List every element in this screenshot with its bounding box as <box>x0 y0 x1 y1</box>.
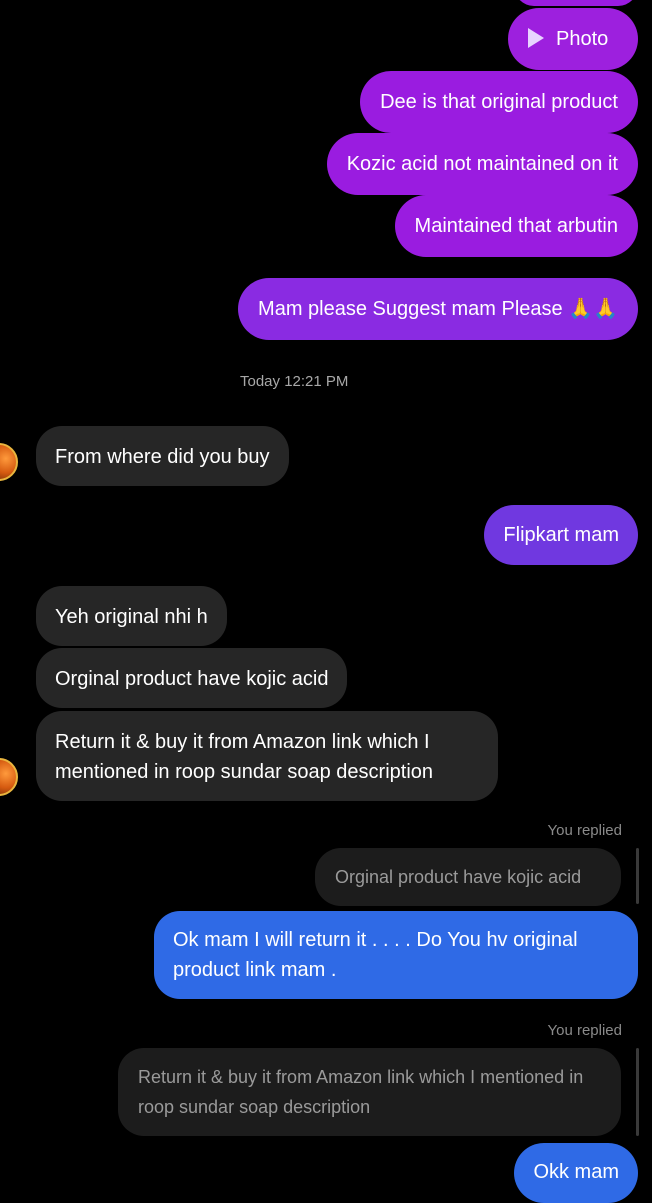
message-text: Mam please Suggest mam Please 🙏🙏 <box>258 298 618 320</box>
message-text: Yeh original nhi h <box>55 606 208 628</box>
received-message-not-original[interactable]: Yeh original nhi h <box>36 586 227 646</box>
received-message-kojic[interactable]: Orginal product have kojic acid <box>36 648 348 708</box>
reply-quote-bar <box>636 848 639 904</box>
quoted-text: Return it & buy it from Amazon link whic… <box>138 1067 584 1117</box>
contact-avatar[interactable] <box>0 443 18 481</box>
reply-quote-bar <box>636 1048 639 1136</box>
message-text: Ok mam I will return it . . . . Do You h… <box>173 929 578 981</box>
sent-message-suggest[interactable]: Mam please Suggest mam Please 🙏🙏 <box>238 278 638 340</box>
sent-reply-message-return[interactable]: Ok mam I will return it . . . . Do You h… <box>154 911 638 999</box>
sent-message-okk-mam[interactable]: Okk mam <box>514 1143 638 1203</box>
play-icon <box>528 28 544 48</box>
you-replied-label: You replied <box>547 1022 622 1039</box>
message-text: Kozic acid not maintained on it <box>346 153 618 175</box>
message-text: Flipkart mam <box>503 524 619 546</box>
chat-timestamp: Today 12:21 PM <box>240 373 349 390</box>
sent-message-original-product[interactable]: Dee is that original product <box>360 71 638 133</box>
sent-message-kozic-acid[interactable]: Kozic acid not maintained on it <box>326 133 638 195</box>
sent-message-flipkart[interactable]: Flipkart mam <box>484 505 638 565</box>
message-text: Orginal product have kojic acid <box>55 668 329 690</box>
photo-message-bubble[interactable]: Photo <box>508 8 638 70</box>
quoted-message[interactable]: Return it & buy it from Amazon link whic… <box>118 1048 621 1136</box>
message-text: From where did you buy <box>55 446 270 468</box>
message-text: Dee is that original product <box>380 91 618 113</box>
sent-message-arbutin[interactable]: Maintained that arbutin <box>394 195 638 257</box>
received-message-return[interactable]: Return it & buy it from Amazon link whic… <box>36 711 498 801</box>
received-message-where-buy[interactable]: From where did you buy <box>36 426 289 486</box>
message-text: Return it & buy it from Amazon link whic… <box>55 731 434 783</box>
cut-off-message-bubble <box>514 0 638 6</box>
message-text: Maintained that arbutin <box>414 215 618 237</box>
you-replied-label: You replied <box>547 822 622 839</box>
quoted-text: Orginal product have kojic acid <box>335 867 582 887</box>
contact-avatar[interactable] <box>0 758 18 796</box>
photo-label: Photo <box>556 28 609 50</box>
quoted-message[interactable]: Orginal product have kojic acid <box>315 848 621 906</box>
message-text: Okk mam <box>533 1161 619 1183</box>
